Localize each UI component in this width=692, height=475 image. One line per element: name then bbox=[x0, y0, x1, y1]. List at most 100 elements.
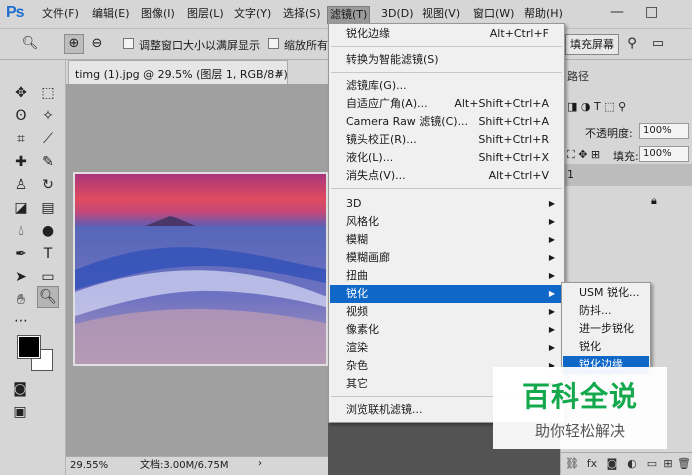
filter-item-adaptive-wide-angle[interactable]: 自适应广角(A)... Alt+Shift+Ctrl+A bbox=[330, 95, 563, 113]
submenu-arrow-icon: ▶ bbox=[548, 325, 555, 334]
filter-item-distort[interactable]: 扭曲 ▶ bbox=[330, 267, 563, 285]
path-selection-tool-icon[interactable]: ➤ bbox=[10, 266, 32, 288]
menu-window[interactable]: 窗口(W) bbox=[473, 6, 514, 24]
link-layers-icon[interactable]: ⛓ bbox=[565, 457, 579, 470]
maximize-button[interactable]: □ bbox=[645, 4, 658, 20]
sharpen-item-shake-reduction[interactable]: 防抖... bbox=[563, 302, 649, 320]
sharpen-item-usm[interactable]: USM 锐化... bbox=[563, 284, 649, 302]
clone-stamp-tool-icon[interactable]: ♙ bbox=[10, 174, 32, 196]
eyedropper-tool-icon[interactable]: ⟋ bbox=[37, 128, 59, 150]
brush-tool-icon[interactable]: ✎ bbox=[37, 151, 59, 173]
zoom-tool-preset-icon[interactable]: 🔍︎ bbox=[20, 34, 40, 54]
opacity-field[interactable]: 100% bbox=[639, 123, 689, 139]
rectangle-tool-icon[interactable]: ▭ bbox=[37, 266, 59, 288]
new-layer-icon[interactable]: ⊞ bbox=[661, 457, 675, 470]
menu-layer[interactable]: 图层(L) bbox=[187, 6, 224, 24]
hand-tool-icon[interactable]: ✋︎ bbox=[10, 289, 32, 311]
new-group-icon[interactable]: ▭ bbox=[645, 457, 659, 470]
healing-brush-tool-icon[interactable]: ✚ bbox=[10, 151, 32, 173]
filter-item-convert-smart[interactable]: 转换为智能滤镜(S) bbox=[330, 51, 563, 69]
menu-separator bbox=[331, 72, 562, 73]
foreground-color-swatch[interactable] bbox=[17, 335, 41, 359]
resize-windows-checkbox[interactable] bbox=[123, 38, 134, 49]
blur-tool-icon[interactable]: 💧︎ bbox=[10, 220, 32, 242]
marquee-tool-icon[interactable]: ⬚ bbox=[37, 82, 59, 104]
watermark-subtitle: 助你轻松解决 bbox=[534, 422, 625, 440]
filter-item-camera-raw[interactable]: Camera Raw 滤镜(C)... Shift+Ctrl+A bbox=[330, 113, 563, 131]
quick-mask-icon[interactable]: ◙ bbox=[9, 378, 31, 400]
menu-type[interactable]: 文字(Y) bbox=[234, 6, 271, 24]
filter-item-sharpen[interactable]: 锐化 ▶ bbox=[330, 285, 563, 303]
menu-image[interactable]: 图像(I) bbox=[141, 6, 175, 24]
zoom-tool-icon[interactable]: 🔍︎ bbox=[37, 286, 59, 308]
filter-item-liquify[interactable]: 液化(L)... Shift+Ctrl+X bbox=[330, 149, 563, 167]
submenu-arrow-icon: ▶ bbox=[548, 217, 555, 226]
workspace-icon[interactable]: ▭ bbox=[648, 34, 668, 54]
fill-field[interactable]: 100% bbox=[639, 146, 689, 162]
tools-panel: ✥ ⬚ ʘ ✧ ⌗ ⟋ ✚ ✎ ♙ ↻ ◪ ▤ 💧︎ ● ✒ T ➤ ▭ ✋︎ … bbox=[0, 60, 66, 475]
watermark: 百科全说 助你轻松解决 bbox=[493, 367, 667, 449]
submenu-arrow-icon: ▶ bbox=[548, 307, 555, 316]
filter-item-render[interactable]: 渲染 ▶ bbox=[330, 339, 563, 357]
gradient-tool-icon[interactable]: ▤ bbox=[37, 197, 59, 219]
menu-3d[interactable]: 3D(D) bbox=[381, 6, 414, 24]
close-document-icon[interactable]: × bbox=[275, 66, 284, 79]
document-tab[interactable]: timg (1).jpg @ 29.5% (图层 1, RGB/8#) * × bbox=[68, 60, 288, 84]
menu-filter[interactable]: 滤镜(T) bbox=[327, 6, 371, 24]
layer-row[interactable]: 1 bbox=[561, 164, 692, 186]
submenu-arrow-icon: ▶ bbox=[548, 289, 555, 298]
screen-mode-icon[interactable]: ▣ bbox=[9, 401, 31, 423]
paths-tab[interactable]: 路径 bbox=[567, 68, 589, 84]
filter-item-stylize[interactable]: 风格化 ▶ bbox=[330, 213, 563, 231]
menu-separator bbox=[331, 188, 562, 189]
adjustment-layer-icon[interactable]: ◐ bbox=[625, 457, 639, 470]
sharpen-item-sharpen-more[interactable]: 进一步锐化 bbox=[563, 320, 649, 338]
lock-icons[interactable]: ⛶ ✥ ⊞ bbox=[567, 148, 600, 162]
filter-item-lens-correction[interactable]: 镜头校正(R)... Shift+Ctrl+R bbox=[330, 131, 563, 149]
edit-toolbar-icon[interactable]: ⋯ bbox=[10, 310, 32, 332]
minimize-button[interactable]: — bbox=[610, 4, 624, 20]
magic-wand-tool-icon[interactable]: ✧ bbox=[37, 105, 59, 127]
filter-item-video[interactable]: 视频 ▶ bbox=[330, 303, 563, 321]
move-tool-icon[interactable]: ✥ bbox=[10, 82, 32, 104]
menu-select[interactable]: 选择(S) bbox=[283, 6, 321, 24]
search-icon[interactable]: ⚲ bbox=[622, 34, 642, 54]
crop-tool-icon[interactable]: ⌗ bbox=[10, 128, 32, 150]
zoom-level-field[interactable]: 29.55% bbox=[68, 459, 108, 473]
resize-windows-label: 调整窗口大小以满屏显示 bbox=[139, 39, 260, 52]
zoom-out-icon[interactable]: ⊖ bbox=[87, 34, 107, 54]
layer-filter-icons[interactable]: ◨ ◑ T ⬚ ⚲ bbox=[567, 100, 626, 113]
delete-layer-icon[interactable]: 🗑︎ bbox=[677, 457, 691, 470]
filter-item-vanishing-point[interactable]: 消失点(V)... Alt+Ctrl+V bbox=[330, 167, 563, 185]
document-size-info: 文档:3.00M/6.75M bbox=[140, 460, 229, 471]
canvas-area[interactable] bbox=[66, 84, 328, 456]
menu-file[interactable]: 文件(F) bbox=[42, 6, 79, 24]
type-tool-icon[interactable]: T bbox=[37, 243, 59, 265]
menu-edit[interactable]: 编辑(E) bbox=[92, 6, 130, 24]
add-mask-icon[interactable]: ◙ bbox=[605, 457, 619, 470]
filter-menu: 锐化边缘 Alt+Ctrl+F 转换为智能滤镜(S) 滤镜库(G)... 自适应… bbox=[328, 23, 565, 423]
lasso-tool-icon[interactable]: ʘ bbox=[10, 105, 32, 127]
sharpen-item-sharpen[interactable]: 锐化 bbox=[563, 338, 649, 356]
filter-item-3d[interactable]: 3D ▶ bbox=[330, 195, 563, 213]
fx-icon[interactable]: fx bbox=[585, 457, 599, 470]
document-tab-bar: timg (1).jpg @ 29.5% (图层 1, RGB/8#) * × bbox=[66, 60, 328, 84]
zoom-all-windows-checkbox[interactable] bbox=[268, 38, 279, 49]
watermark-title: 百科全说 bbox=[521, 380, 638, 413]
dodge-tool-icon[interactable]: ● bbox=[37, 220, 59, 242]
zoom-in-icon[interactable]: ⊕ bbox=[64, 34, 84, 54]
fill-screen-button[interactable]: 填充屏幕 bbox=[565, 34, 619, 55]
filter-item-blur-gallery[interactable]: 模糊画廊 ▶ bbox=[330, 249, 563, 267]
menu-help[interactable]: 帮助(H) bbox=[524, 6, 563, 24]
layer-name: 1 bbox=[567, 168, 574, 181]
document-image bbox=[73, 172, 328, 366]
eraser-tool-icon[interactable]: ◪ bbox=[10, 197, 32, 219]
filter-item-last-filter[interactable]: 锐化边缘 Alt+Ctrl+F bbox=[330, 25, 563, 43]
filter-item-pixelate[interactable]: 像素化 ▶ bbox=[330, 321, 563, 339]
history-brush-tool-icon[interactable]: ↻ bbox=[37, 174, 59, 196]
filter-item-gallery[interactable]: 滤镜库(G)... bbox=[330, 77, 563, 95]
filter-item-blur[interactable]: 模糊 ▶ bbox=[330, 231, 563, 249]
status-menu-arrow-icon[interactable]: › bbox=[258, 458, 262, 469]
menu-view[interactable]: 视图(V) bbox=[422, 6, 460, 24]
pen-tool-icon[interactable]: ✒ bbox=[10, 243, 32, 265]
